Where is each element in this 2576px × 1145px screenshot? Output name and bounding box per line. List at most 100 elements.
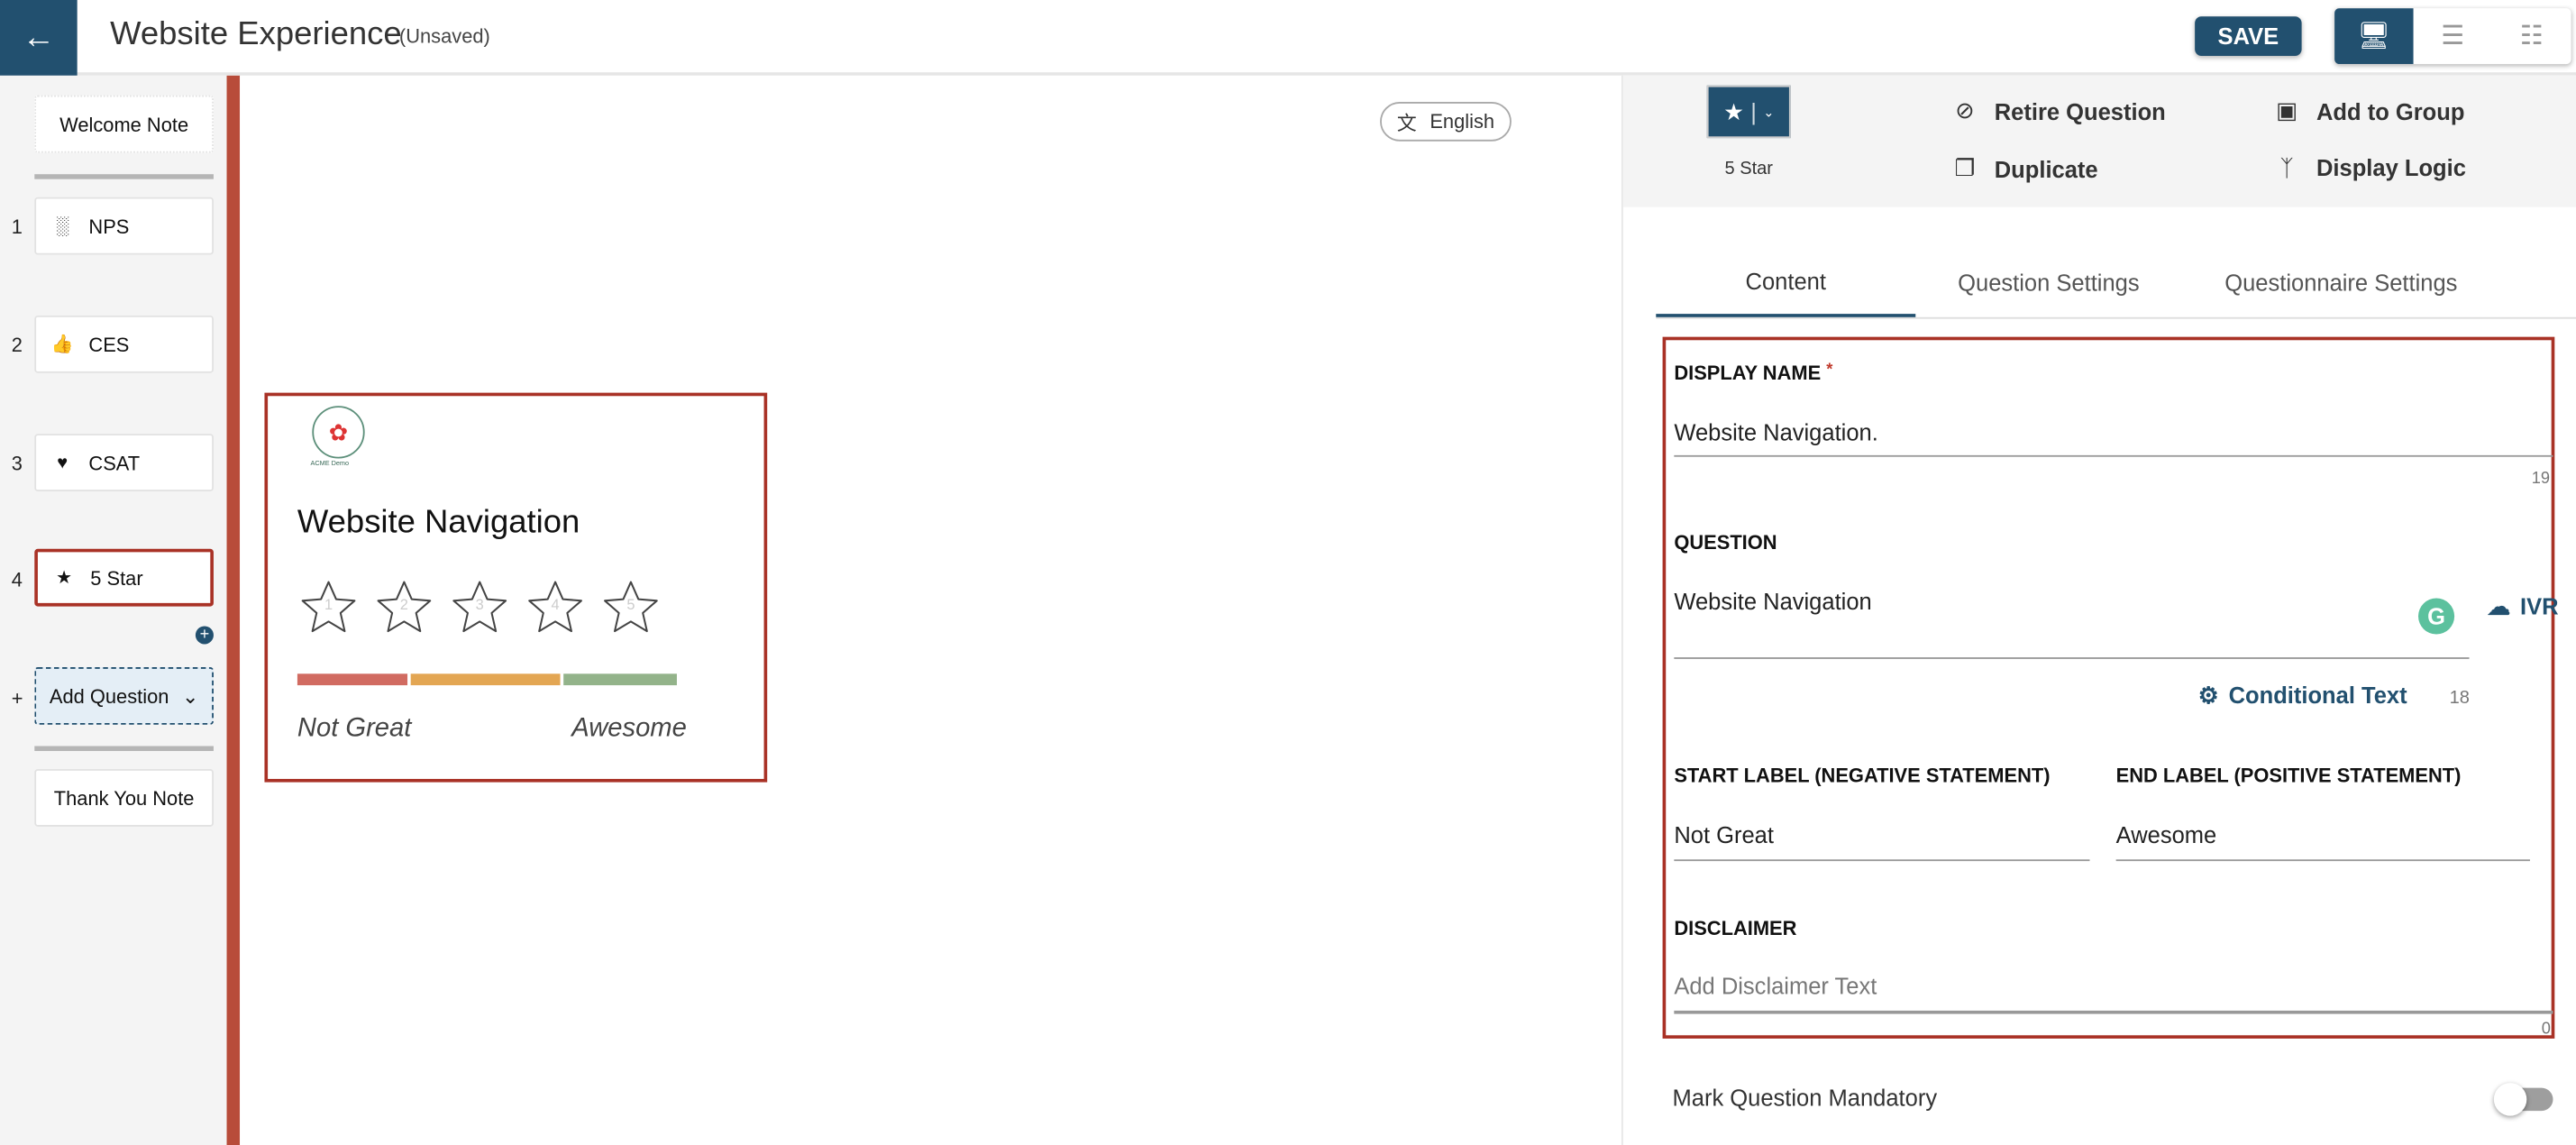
question-number: 2	[11, 334, 23, 357]
language-selector[interactable]: 文 English	[1380, 102, 1512, 142]
star-2[interactable]: 2	[373, 577, 435, 639]
end-label-title: END LABEL (POSITIVE STATEMENT)	[2115, 764, 2462, 788]
scale-neutral	[410, 673, 561, 686]
gears-icon: ⚙	[2197, 682, 2219, 709]
sidebar-item-label: NPS	[88, 214, 130, 238]
input-underline	[1674, 859, 2090, 862]
start-label-input[interactable]: Not Great	[1674, 821, 1774, 847]
star-icon: ★	[56, 568, 73, 589]
content-form: DISPLAY NAME * Website Navigation. 19 QU…	[1662, 336, 2559, 1039]
desktop-icon: 🖥	[2357, 23, 2391, 51]
chevron-down-icon: ⌄	[182, 684, 199, 708]
welcome-note[interactable]: Welcome Note	[34, 95, 214, 153]
star-number: 1	[324, 596, 333, 613]
question-type-dropdown[interactable]: ★ | ⌄	[1706, 85, 1791, 139]
sidebar-item-label: CSAT	[88, 451, 141, 474]
divider	[34, 746, 214, 751]
chevron-down-icon: ⌄	[1763, 104, 1775, 120]
grammarly-icon[interactable]: G	[2418, 598, 2455, 635]
display-logic-button[interactable]: ᛉ Display Logic	[2274, 154, 2466, 180]
heart-icon: ♥	[57, 453, 69, 473]
view-toggle: 🖥 ☰ ☷	[2334, 8, 2571, 65]
duplicate-button[interactable]: ❐ Duplicate	[1951, 154, 2098, 182]
sitemap-view-button[interactable]: ☷	[2492, 8, 2571, 64]
add-question-label: Add Question	[49, 684, 169, 708]
unsaved-status: (Unsaved)	[398, 24, 490, 48]
star-number: 4	[551, 596, 560, 613]
thank-you-note[interactable]: Thank You Note	[34, 769, 214, 827]
sidebar-item-nps[interactable]: ░ NPS	[34, 197, 214, 255]
question-preview-card[interactable]: ✿ ACME Demo Website Navigation 1 2 3 4 5…	[264, 392, 768, 783]
sidebar-item-5-star[interactable]: ★ 5 Star	[34, 548, 214, 607]
question-input[interactable]: Website Navigation	[1674, 589, 1871, 615]
save-button[interactable]: SAVE	[2195, 16, 2302, 56]
star-3[interactable]: 3	[449, 577, 511, 639]
scale-positive	[563, 673, 677, 686]
star-1[interactable]: 1	[297, 577, 360, 639]
acme-logo: ✿	[312, 406, 365, 459]
star-5[interactable]: 5	[599, 577, 662, 639]
thumbs-up-icon: 👍	[50, 334, 74, 355]
disclaimer-count: 0	[2541, 1020, 2551, 1039]
action-label: Add to Group	[2316, 97, 2465, 124]
language-label: English	[1430, 110, 1495, 133]
question-title: Website Navigation	[297, 504, 580, 541]
required-mark: *	[1826, 361, 1833, 380]
add-between-icon[interactable]: +	[195, 626, 214, 645]
question-number: 4	[11, 568, 23, 592]
label-text: DISPLAY NAME	[1674, 361, 1822, 385]
tab-question-settings[interactable]: Question Settings	[1915, 246, 2181, 316]
end-label-input[interactable]: Awesome	[2116, 821, 2217, 847]
group-icon: ▣	[2276, 96, 2298, 124]
question-sidebar: Welcome Note 1 ░ NPS 2 👍 CES 3 ♥ CSAT 4 ★ 5 …	[0, 75, 227, 1145]
add-question-button[interactable]: Add Question ⌄	[34, 667, 214, 725]
start-label-title: START LABEL (NEGATIVE STATEMENT)	[1674, 764, 2051, 788]
sidebar-item-label: CES	[88, 333, 130, 356]
ivr-label: IVR	[2520, 592, 2559, 620]
back-button[interactable]: ←	[0, 0, 78, 76]
arrow-left-icon: ←	[22, 18, 56, 56]
question-number: 1	[11, 215, 23, 239]
copy-icon: ❐	[1954, 154, 1976, 181]
question-number: 3	[11, 452, 23, 475]
desktop-view-button[interactable]: 🖥	[2334, 8, 2414, 65]
input-underline	[1674, 454, 2553, 457]
input-underline	[1674, 1010, 2553, 1014]
input-underline	[2115, 859, 2530, 862]
cloud-upload-icon: ☁	[2487, 592, 2511, 620]
ivr-upload-button[interactable]: ☁ IVR	[2488, 593, 2559, 621]
action-label: Duplicate	[1994, 155, 2098, 182]
action-label: Retire Question	[1994, 97, 2166, 124]
sidebar-item-csat[interactable]: ♥ CSAT	[34, 434, 214, 491]
conditional-text-label: Conditional Text	[2228, 682, 2407, 709]
question-label: QUESTION	[1674, 530, 1777, 554]
star-4[interactable]: 4	[524, 577, 586, 639]
tab-questionnaire-settings[interactable]: Questionnaire Settings	[2182, 246, 2501, 316]
display-name-input[interactable]: Website Navigation.	[1674, 419, 1877, 445]
mandatory-label: Mark Question Mandatory	[1672, 1084, 1938, 1112]
star-number: 2	[399, 596, 408, 613]
sentiment-scale	[297, 673, 677, 686]
retire-question-button[interactable]: ⊘ Retire Question	[1951, 96, 2166, 125]
translate-icon: 文	[1396, 111, 1417, 134]
conditional-text-button[interactable]: ⚙ Conditional Text	[2198, 682, 2407, 710]
divider	[34, 174, 214, 179]
scale-negative	[297, 673, 408, 686]
logo-text: ACME Demo	[310, 458, 350, 467]
display-name-count: 19	[2531, 470, 2551, 489]
mandatory-toggle[interactable]	[2493, 1083, 2553, 1116]
list-view-button[interactable]: ☰	[2414, 8, 2492, 64]
star-icon: ★	[1723, 97, 1744, 124]
start-label: Not Great	[297, 714, 412, 743]
sidebar-item-ces[interactable]: 👍 CES	[34, 315, 214, 373]
add-to-group-button[interactable]: ▣ Add to Group	[2274, 96, 2465, 125]
eye-slash-icon: ⊘	[1955, 96, 1975, 124]
add-prefix: +	[11, 686, 23, 710]
page-title: Website Experience	[110, 16, 402, 53]
sitemap-icon: ☷	[2519, 23, 2544, 51]
tab-content[interactable]: Content	[1656, 246, 1916, 317]
disclaimer-input[interactable]: Add Disclaimer Text	[1674, 973, 1877, 999]
star-number: 5	[626, 596, 635, 613]
list-icon: ☰	[2441, 23, 2465, 51]
input-underline	[1674, 657, 2470, 659]
